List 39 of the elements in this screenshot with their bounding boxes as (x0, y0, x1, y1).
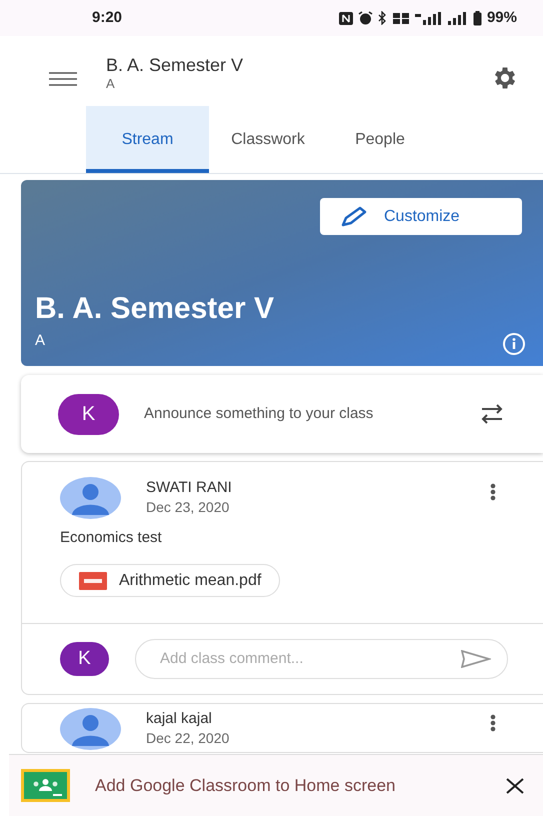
banner-section: A (35, 330, 46, 352)
class-section: A (106, 76, 491, 92)
post-author: SWATI RANI (146, 478, 232, 498)
signal-icon (448, 12, 468, 24)
comment-placeholder: Add class comment... (160, 648, 304, 669)
bluetooth-icon (378, 11, 387, 25)
post-text: Economics test (60, 529, 162, 546)
status-time: 9:20 (92, 8, 122, 28)
user-avatar (60, 477, 121, 519)
alarm-icon (358, 11, 373, 25)
close-icon[interactable] (505, 778, 525, 794)
user-avatar (60, 708, 121, 750)
post-date: Dec 22, 2020 (146, 729, 230, 747)
customize-button[interactable]: Customize (320, 198, 522, 235)
tab[interactable]: Stream (86, 106, 209, 173)
battery-icon (472, 10, 482, 26)
nfc-icon (338, 12, 353, 24)
send-icon[interactable] (461, 650, 491, 668)
tab[interactable]: People (327, 106, 433, 173)
battery-percentage: 99% (486, 8, 517, 28)
banner-title: B. A. Semester V (35, 291, 274, 327)
post-date: Dec 23, 2020 (146, 498, 230, 516)
post-author: kajal kajal (146, 709, 213, 729)
pencil-icon (340, 206, 368, 228)
tab[interactable]: Classwork (209, 106, 327, 173)
announce-placeholder: Announce something to your class (144, 404, 374, 424)
info-icon[interactable] (502, 332, 526, 356)
more-options-icon[interactable] (490, 714, 496, 732)
user-avatar: K (60, 642, 109, 676)
announce-card[interactable]: K Announce something to your class (21, 375, 543, 453)
classroom-icon (21, 769, 70, 802)
more-options-icon[interactable] (490, 483, 496, 501)
signal-icon (414, 12, 443, 24)
menu-icon[interactable] (48, 72, 78, 86)
install-prompt: Add Google Classroom to Home screen (95, 776, 396, 796)
user-avatar: K (58, 394, 119, 434)
repost-icon[interactable] (479, 403, 505, 425)
attachment-chip[interactable]: Arithmetic mean.pdf (60, 564, 280, 597)
class-title: B. A. Semester V (106, 54, 244, 76)
